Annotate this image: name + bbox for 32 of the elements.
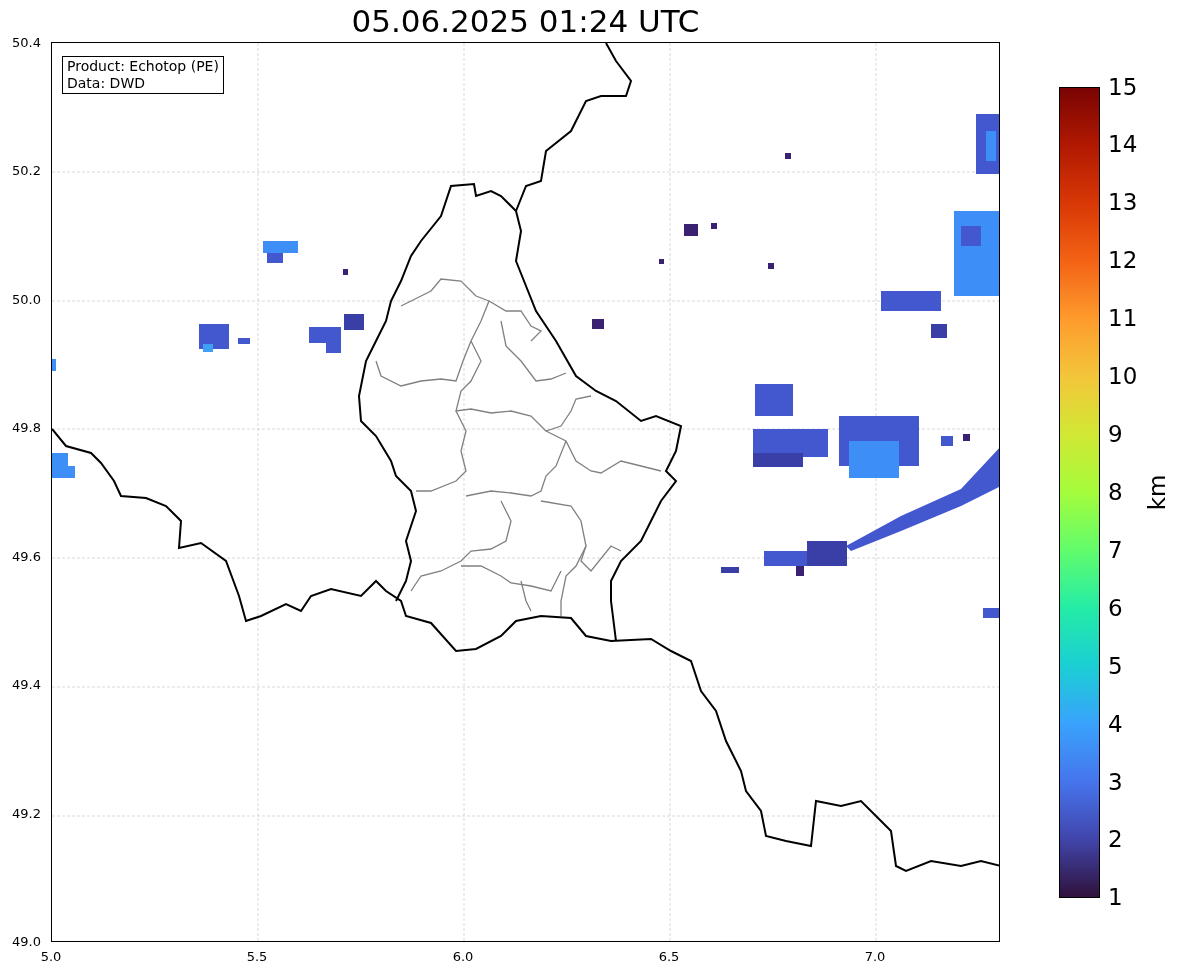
colorbar-label: km (1146, 474, 1170, 511)
colorbar-tick-label: 6 (1108, 596, 1123, 620)
chart-title: 05.06.2025 01:24 UTC (351, 5, 700, 37)
axis-tick-label: 5.0 (40, 950, 62, 963)
colorbar-tick-label: 15 (1108, 75, 1138, 99)
axis-tick-label: 7.0 (864, 950, 886, 963)
colorbar-tick-label: 2 (1108, 828, 1123, 852)
info-text: Product: Echotop (PE) (67, 58, 219, 75)
axis-tick-label: 49.2 (12, 806, 41, 820)
colorbar-tick-label: 11 (1108, 307, 1138, 331)
axis-tick-label: 50.2 (12, 164, 41, 178)
axis-tick-label: 49.8 (12, 421, 41, 435)
axis-tick-label: 5.5 (246, 950, 268, 963)
axis-tick-label: 50.4 (12, 35, 41, 49)
colorbar-tick-label: 4 (1108, 712, 1123, 736)
colorbar-tick-label: 1 (1108, 886, 1123, 910)
axis-tick-label: 49.6 (12, 549, 41, 563)
colorbar-tick-label: 14 (1108, 133, 1138, 157)
axis-tick-label: 6.5 (658, 950, 680, 963)
axis-tick-label: 50.0 (12, 292, 41, 306)
colorbar-tick-label: 13 (1108, 191, 1138, 215)
axis-tick-label: 6.0 (452, 950, 474, 963)
colorbar-tick-label: 5 (1108, 654, 1123, 678)
colorbar-tick-label: 8 (1108, 480, 1123, 504)
colorbar-tick-label: 3 (1108, 770, 1123, 794)
colorbar-tick-label: 7 (1108, 538, 1123, 562)
axis-tick-label: 49.4 (12, 678, 41, 692)
info-text: Data: DWD (67, 75, 146, 92)
colorbar-tick-label: 10 (1108, 365, 1138, 389)
axis-tick-label: 49.0 (12, 935, 41, 949)
colorbar-tick-label: 9 (1108, 423, 1123, 447)
colorbar-tick-label: 12 (1108, 249, 1138, 273)
